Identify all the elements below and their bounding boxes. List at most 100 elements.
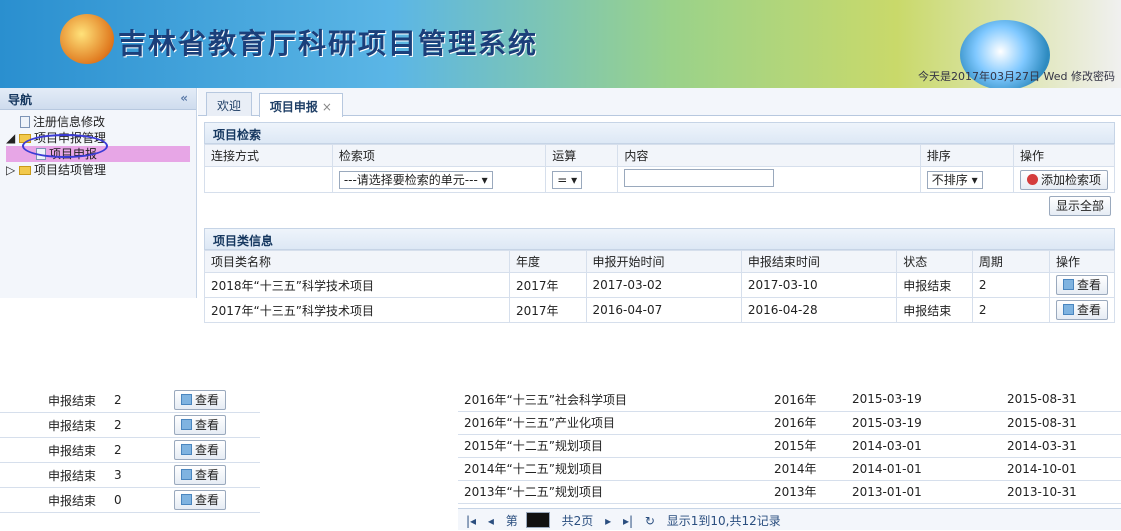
tab-label: 项目申报 xyxy=(269,100,318,114)
sidebar: 导航 « 注册信息修改 ◢ 项目申报管理 项目申报 ▷ 项目结项管理 xyxy=(0,88,197,298)
table-row: 申报结束 2 查看 xyxy=(0,388,260,413)
col-header: 周期 xyxy=(971,250,1050,273)
status: 申报结束 xyxy=(896,297,973,323)
first-page-icon[interactable]: |◂ xyxy=(466,514,476,528)
button-label: 查看 xyxy=(195,418,220,432)
button-label: 查看 xyxy=(195,468,220,482)
col-header: 检索项 xyxy=(331,144,547,167)
table-row: 2017年“十三五”科学技术项目 2017年 2016-04-07 2016-0… xyxy=(204,297,1116,323)
start-date: 2015-03-19 xyxy=(846,388,1001,412)
grid-icon xyxy=(181,469,192,480)
status: 申报结束 xyxy=(0,412,110,438)
nav-item-register-edit[interactable]: 注册信息修改 xyxy=(6,114,190,130)
status: 申报结束 xyxy=(896,272,973,298)
field-select[interactable]: ---请选择要检索的单元--- ▾ xyxy=(338,170,493,189)
button-label: 添加检索项 xyxy=(1040,172,1101,187)
page-summary: 显示1到10,共12记录 xyxy=(666,514,781,528)
period: 0 xyxy=(110,487,170,513)
project-year: 2017年 xyxy=(509,297,587,323)
project-year: 2013年 xyxy=(768,480,846,504)
content-input[interactable] xyxy=(624,169,775,187)
project-name: 2015年“十二五”规划项目 xyxy=(458,434,768,458)
project-table: 项目类名称 年度 申报开始时间 申报结束时间 状态 周期 操作 2018年“十三… xyxy=(204,250,1116,323)
end-date: 2015-08-31 xyxy=(1001,388,1121,412)
col-header: 状态 xyxy=(896,250,973,273)
collapse-icon[interactable]: « xyxy=(180,91,188,105)
page-input[interactable] xyxy=(525,512,550,528)
end-date: 2014-10-01 xyxy=(1001,457,1121,481)
project-year: 2014年 xyxy=(768,457,846,481)
add-search-button[interactable]: 添加检索项 xyxy=(1019,169,1108,190)
col-header: 连接方式 xyxy=(204,144,333,167)
search-table: 连接方式 检索项 运算 内容 排序 操作 ---请选择要检索的单元--- ▾ =… xyxy=(204,144,1116,193)
table-row: 申报结束 2 查看 xyxy=(0,412,260,438)
col-header: 运算 xyxy=(545,144,619,167)
col-header: 操作 xyxy=(1012,144,1116,167)
start-date: 2016-04-07 xyxy=(585,297,742,323)
project-name: 2018年“十三五”科学技术项目 xyxy=(204,272,510,298)
table-row: 2016年“十三五”社会科学项目 2016年 2015-03-19 2015-08-3… xyxy=(458,388,1121,412)
next-page-icon[interactable]: ▸ xyxy=(605,514,611,528)
view-button[interactable]: 查看 xyxy=(174,390,227,410)
view-button[interactable]: 查看 xyxy=(174,440,227,460)
table-row: 申报结束 2 查看 xyxy=(0,437,260,463)
end-date: 2015-08-31 xyxy=(1001,411,1121,435)
operator-select[interactable]: = ▾ xyxy=(552,170,583,189)
view-button[interactable]: 查看 xyxy=(1055,275,1108,295)
nav-item-label: 注册信息修改 xyxy=(33,115,106,129)
grid-icon xyxy=(181,394,192,405)
table-row: 申报结束 0 查看 xyxy=(0,487,260,513)
view-button[interactable]: 查看 xyxy=(174,490,227,510)
start-date: 2015-03-19 xyxy=(846,411,1001,435)
view-button[interactable]: 查看 xyxy=(1055,300,1108,320)
header-status[interactable]: 今天是2017年03月27日 Wed 修改密码 xyxy=(918,68,1115,84)
sort-select[interactable]: 不排序 ▾ xyxy=(926,170,983,189)
table-row: 2014年“十二五”规划项目 2014年 2014-01-01 2014-10-01 xyxy=(458,457,1121,481)
total-pages: 共2页 xyxy=(561,514,594,528)
refresh-icon[interactable]: ↻ xyxy=(645,514,655,528)
last-page-icon[interactable]: ▸| xyxy=(623,514,633,528)
col-header: 排序 xyxy=(919,144,1014,167)
grid-icon xyxy=(1062,304,1074,315)
list-panel-title: 项目类信息 xyxy=(204,228,1115,250)
show-all-button[interactable]: 显示全部 xyxy=(1048,196,1111,216)
status: 申报结束 xyxy=(0,462,110,488)
start-date: 2014-01-01 xyxy=(846,457,1001,481)
search-panel-title: 项目检索 xyxy=(204,122,1115,144)
start-date: 2014-03-01 xyxy=(846,434,1001,458)
end-date: 2013-10-31 xyxy=(1001,480,1121,504)
table-row: 2016年“十三五”产业化项目 2016年 2015-03-19 2015-08-31 xyxy=(458,411,1121,435)
prev-page-icon[interactable]: ◂ xyxy=(488,514,494,528)
col-header: 申报结束时间 xyxy=(740,250,898,273)
table-row: 2013年“十二五”规划项目 2013年 2013-01-01 2013-10-31 xyxy=(458,480,1121,504)
view-button[interactable]: 查看 xyxy=(174,465,227,485)
nav-item-label: 项目结项管理 xyxy=(34,163,107,177)
start-date: 2013-01-01 xyxy=(846,480,1001,504)
left-rows: 申报结束 2 查看 申报结束 2 查看 申报结束 2 查看 申报结束 3 查看 申报结束 0 查看 xyxy=(0,388,260,513)
project-year: 2015年 xyxy=(768,434,846,458)
period: 3 xyxy=(110,462,170,488)
period: 2 xyxy=(971,272,1050,298)
tab-bar: 欢迎 项目申报 × xyxy=(198,88,1121,117)
pagination-bar: |◂ ◂ 第 共2页 ▸ ▸| ↻ 显示1到10,共12记录 xyxy=(458,508,1121,530)
tab-apply[interactable]: 项目申报 × xyxy=(258,93,343,117)
project-year: 2016年 xyxy=(768,388,846,412)
grid-icon xyxy=(181,494,192,505)
button-label: 查看 xyxy=(195,493,220,507)
file-icon xyxy=(20,116,30,128)
period: 2 xyxy=(110,388,170,413)
end-date: 2014-03-31 xyxy=(1001,434,1121,458)
button-label: 查看 xyxy=(1076,303,1101,317)
close-icon[interactable]: × xyxy=(322,100,332,114)
end-date: 2016-04-28 xyxy=(740,297,898,323)
tab-welcome[interactable]: 欢迎 xyxy=(206,92,253,116)
period: 2 xyxy=(110,437,170,463)
view-button[interactable]: 查看 xyxy=(174,415,227,435)
app-title: 吉林省教育厅科研项目管理系统 xyxy=(118,27,539,60)
nav-item-close-manage[interactable]: ▷ 项目结项管理 xyxy=(6,162,190,178)
period: 2 xyxy=(971,297,1050,323)
grid-icon xyxy=(181,419,192,430)
project-year: 2017年 xyxy=(509,272,587,298)
button-label: 查看 xyxy=(195,393,220,407)
project-name: 2016年“十三五”社会科学项目 xyxy=(458,388,768,412)
